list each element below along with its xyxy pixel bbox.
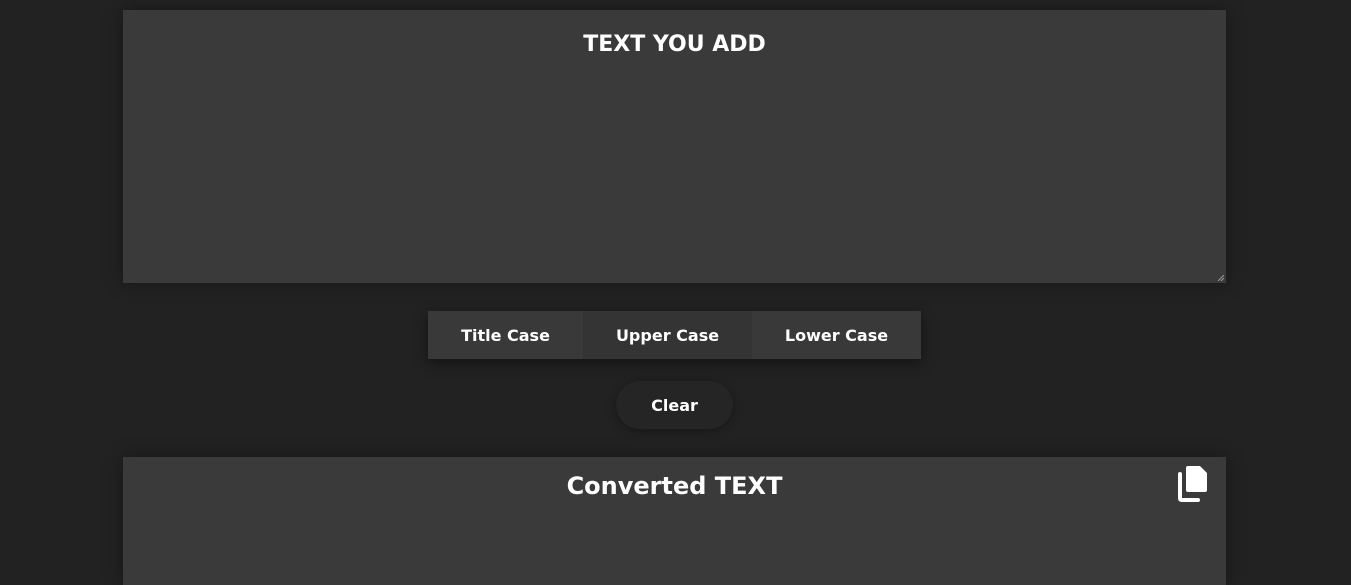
- text-input[interactable]: [123, 10, 1226, 283]
- title-case-button[interactable]: Title Case: [428, 311, 583, 359]
- resize-grip-icon[interactable]: [1218, 275, 1224, 281]
- copy-icon[interactable]: [1174, 462, 1212, 502]
- output-title: Converted TEXT: [566, 472, 783, 500]
- output-panel: Converted TEXT: [123, 457, 1226, 585]
- case-button-group: Title Case Upper Case Lower Case: [428, 311, 921, 359]
- input-panel: [123, 10, 1226, 283]
- page: Title Case Upper Case Lower Case Clear C…: [0, 0, 1351, 585]
- lower-case-button[interactable]: Lower Case: [752, 311, 921, 359]
- upper-case-button[interactable]: Upper Case: [583, 311, 752, 359]
- clear-button[interactable]: Clear: [616, 381, 733, 429]
